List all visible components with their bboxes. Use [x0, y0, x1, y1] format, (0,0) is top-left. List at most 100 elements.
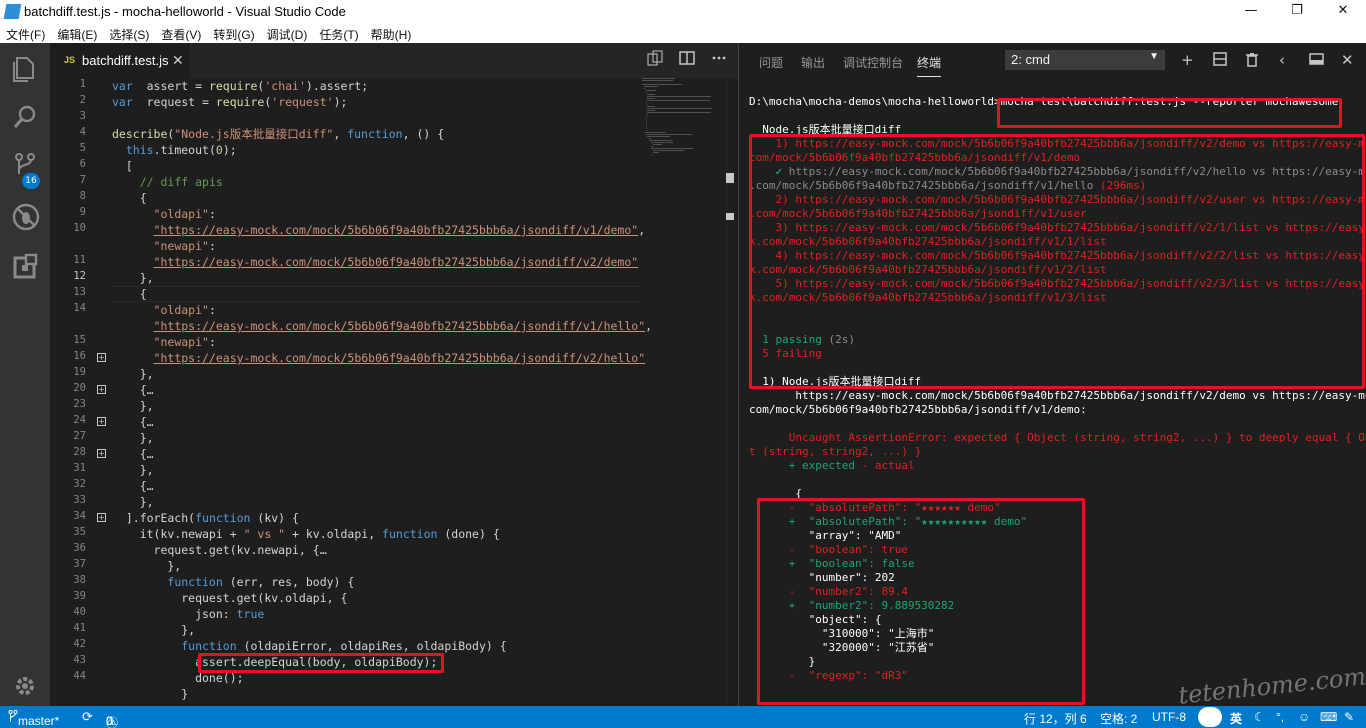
minimap-line: [645, 130, 648, 131]
split-terminal-icon: [1213, 52, 1227, 66]
new-terminal-icon[interactable]: +: [1181, 51, 1194, 69]
title-bar: batchdiff.test.js - mocha-helloworld - V…: [0, 0, 1366, 23]
more-actions-button[interactable]: [708, 50, 730, 72]
minimap-line: [645, 128, 648, 129]
ime-indicator[interactable]: [1198, 707, 1222, 727]
code-token: },: [112, 463, 154, 477]
minimap-line: [649, 140, 674, 141]
menu-help[interactable]: 帮助(H): [365, 23, 418, 43]
minimap[interactable]: [642, 78, 722, 706]
menu-edit[interactable]: 编辑(E): [51, 23, 103, 43]
chevron-left-icon[interactable]: ‹: [1279, 51, 1285, 69]
fold-expand-icon[interactable]: +: [97, 513, 106, 522]
kill-terminal-button[interactable]: [1245, 52, 1259, 71]
code-token: .timeout(: [153, 143, 216, 157]
code-area[interactable]: var assert = require('chai').assert; var …: [112, 78, 652, 706]
terminal-text: com/mock/5b6b06f9a40bfb27425bbb6a/jsondi…: [749, 403, 1087, 416]
vscode-logo-icon: [3, 4, 22, 19]
terminal-select[interactable]: 2: cmd ▼: [1005, 50, 1165, 70]
branch-indicator[interactable]: master*: [8, 709, 59, 728]
menu-file[interactable]: 文件(F): [0, 23, 51, 43]
code-token: "newapi": [153, 239, 209, 253]
code-token: {…: [112, 383, 154, 397]
menu-tasks[interactable]: 任务(T): [313, 23, 364, 43]
emoji-icon: ☺: [1298, 710, 1311, 724]
activity-bar: 16: [0, 43, 50, 706]
keyboard-icon: ⌨: [1320, 710, 1338, 724]
line-number: 38: [73, 574, 86, 586]
code-line: {…: [112, 478, 154, 494]
encoding[interactable]: UTF-8: [1152, 710, 1186, 724]
highlight-box-diff: [757, 498, 1085, 705]
code-token: {…: [112, 415, 154, 429]
fold-expand-icon[interactable]: +: [97, 353, 106, 362]
menu-bar: 文件(F) 编辑(E) 选择(S) 查看(V) 转到(G) 调试(D) 任务(T) 帮助(H): [0, 23, 1366, 43]
line-number: 32: [73, 478, 86, 490]
code-token: function: [181, 639, 237, 653]
line-number: 11: [73, 254, 86, 266]
minimap-line: [643, 86, 659, 87]
maximize-panel-button[interactable]: [1309, 52, 1324, 70]
code-token: :: [208, 303, 216, 317]
code-token: var: [112, 95, 133, 109]
code-line: {: [112, 190, 147, 206]
tab-batchdiff-test-js[interactable]: JS batchdiff.test.js ✕: [50, 43, 190, 78]
git-branch-icon: [8, 709, 18, 722]
code-line: request.get(kv.oldapi, {: [112, 590, 347, 606]
code-token: :: [208, 239, 216, 253]
code-line: {…: [112, 414, 154, 430]
split-editor-button[interactable]: [676, 50, 698, 72]
scrollbar-marker: [726, 173, 734, 183]
fold-expand-icon[interactable]: +: [97, 417, 106, 426]
tab-close-button[interactable]: ✕: [172, 52, 184, 69]
menu-view[interactable]: 查看(V): [155, 23, 207, 43]
tab-problems[interactable]: 问题: [759, 54, 783, 71]
fold-expand-icon[interactable]: +: [97, 449, 106, 458]
debug-button[interactable]: [0, 193, 50, 241]
open-changes-button[interactable]: [644, 50, 666, 72]
minimap-line: [645, 92, 647, 93]
tab-output[interactable]: 输出: [801, 54, 825, 71]
extensions-button[interactable]: [0, 243, 50, 291]
ime-mode[interactable]: 英: [1230, 710, 1242, 727]
fold-expand-icon[interactable]: +: [97, 385, 106, 394]
menu-goto[interactable]: 转到(G): [207, 23, 260, 43]
minimize-button[interactable]: —: [1228, 0, 1274, 23]
minimap-line: [652, 144, 662, 145]
minimap-line: [647, 112, 712, 113]
terminal-line: + expected - actual: [749, 459, 915, 473]
tab-terminal[interactable]: 终端: [917, 54, 942, 77]
code-editor[interactable]: 1 2 3 4 5 6 7 8 9 10 11 12 13 14 15 16 +19 20 +23 24 +27 28 +3…: [50, 78, 738, 706]
code-line: json: true: [112, 606, 264, 622]
terminal-text: t (string, string2, ...) }: [749, 445, 922, 458]
line-number: 12: [73, 270, 86, 282]
settings-button[interactable]: [0, 663, 50, 711]
tab-debug-console[interactable]: 调试控制台: [843, 54, 903, 71]
line-number: 14: [73, 302, 86, 314]
minimap-line: [647, 98, 656, 99]
line-number: 39: [73, 590, 86, 602]
code-line: },: [112, 366, 154, 382]
close-panel-icon[interactable]: ✕: [1341, 51, 1354, 69]
line-number: 44: [73, 670, 86, 682]
terminal-line: Uncaught AssertionError: expected { Obje…: [749, 431, 1366, 445]
split-terminal-button[interactable]: [1213, 52, 1227, 70]
sync-icon[interactable]: ⟳: [82, 709, 93, 725]
code-token: var: [112, 79, 133, 93]
menu-selection[interactable]: 选择(S): [103, 23, 155, 43]
cursor-position[interactable]: 行 12，列 6: [1024, 710, 1087, 727]
source-control-button[interactable]: 16: [0, 141, 50, 189]
code-token: require: [208, 79, 258, 93]
code-token: },: [112, 495, 154, 509]
menu-debug[interactable]: 调试(D): [261, 23, 314, 43]
maximize-button[interactable]: ❐: [1274, 0, 1320, 23]
code-line: },: [112, 622, 195, 638]
close-window-button[interactable]: ✕: [1320, 0, 1366, 23]
search-button[interactable]: [0, 93, 50, 141]
indentation[interactable]: 空格: 2: [1100, 710, 1137, 727]
code-line: var request = require('request');: [112, 94, 347, 110]
explorer-button[interactable]: [0, 45, 50, 93]
code-line: {: [112, 286, 147, 302]
window-title: batchdiff.test.js - mocha-helloworld - V…: [24, 4, 346, 19]
